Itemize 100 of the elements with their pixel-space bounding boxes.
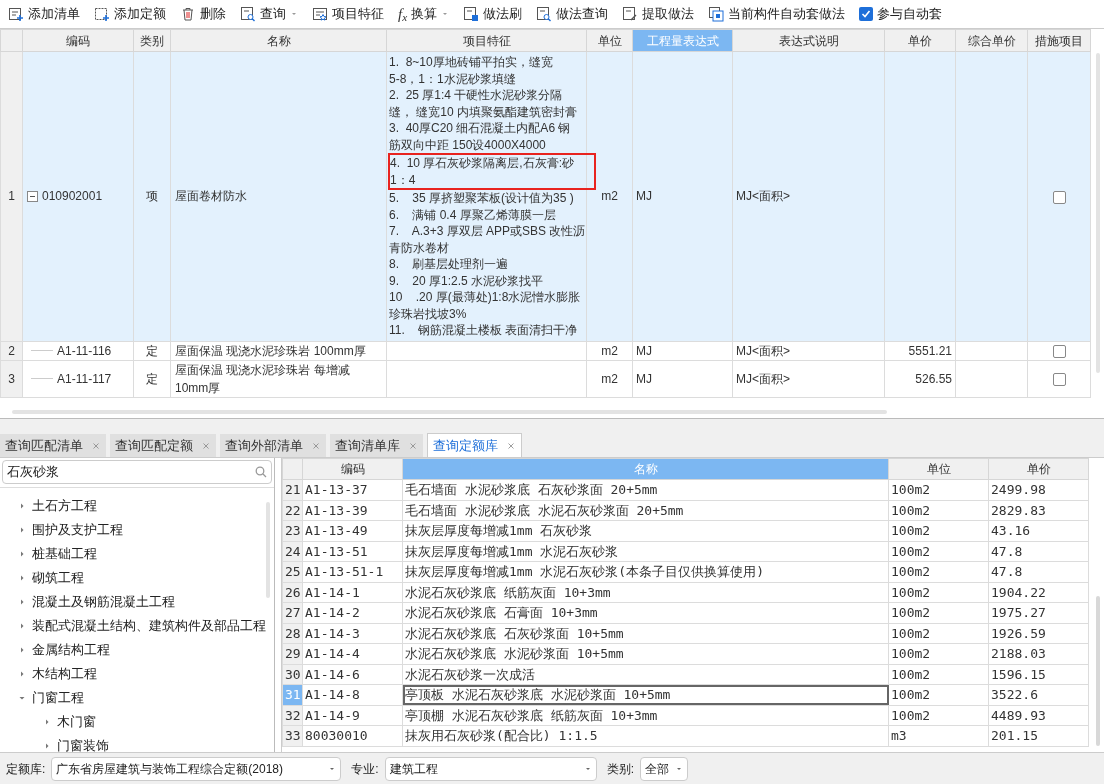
table-row[interactable]: 3 A1-11-117 定 屋面保温 现浇水泥珍珠岩 每增减 10mm厚 m2 MJ MJ<面积> 526.55: [0, 360, 1091, 397]
column-header[interactable]: 编码: [22, 29, 134, 52]
code-text: A1-14-8: [305, 687, 360, 702]
feature-item: 10 .20 厚(最薄处)1:8水泥憎水膨胀 珍珠岩找坡3%: [389, 289, 582, 322]
column-header[interactable]: 类别: [133, 29, 171, 52]
dropdown[interactable]: 建筑工程: [384, 756, 597, 781]
tree-item[interactable]: 木门窗: [0, 710, 274, 734]
toolbar-button[interactable]: 添加定额: [94, 3, 166, 25]
search-field[interactable]: 石灰砂浆: [2, 460, 272, 484]
row-number: 1: [0, 51, 23, 341]
unit-text: 100m2: [891, 543, 931, 559]
tree-item[interactable]: 金属结构工程: [0, 638, 274, 662]
dropdown[interactable]: 广东省房屋建筑与装饰工程综合定额(2018): [51, 756, 342, 781]
price-text: 43.16: [991, 523, 1031, 538]
name-text: 亭顶板 水泥石灰砂浆底 水泥砂浆面 10+5mm: [405, 687, 671, 702]
table-row[interactable]: [0, 51, 1091, 341]
highlighted-feature: 4. 10 厚石灰砂浆隔离层,石灰膏:砂 1：4: [388, 153, 596, 190]
tree-item[interactable]: 砌筑工程: [0, 566, 274, 590]
toolbar-button[interactable]: f$_{x}$ 换算: [398, 3, 450, 25]
row-number: 25: [282, 561, 303, 582]
row-number: 32: [282, 705, 303, 726]
column-header[interactable]: 单位: [888, 458, 989, 480]
tab[interactable]: 查询定额库: [427, 433, 522, 457]
search-document-icon: [536, 6, 553, 22]
checkbox[interactable]: [1052, 190, 1066, 204]
column-header[interactable]: 单位: [586, 29, 633, 52]
unit-text: 100m2: [891, 523, 931, 538]
column-header[interactable]: 名称: [170, 29, 387, 52]
name-text: 毛石墙面 水泥砂浆底 水泥石灰砂浆面 20+5mm: [405, 502, 684, 518]
unit-text: m2: [601, 343, 618, 358]
price-text: 2499.98: [991, 482, 1046, 497]
tab[interactable]: 查询匹配清单: [0, 434, 106, 457]
column-header[interactable]: 项目特征: [386, 29, 587, 52]
dropdown[interactable]: 全部: [640, 756, 689, 781]
function-icon: f$_{x}$: [398, 6, 408, 22]
collapse-toggle[interactable]: [27, 190, 38, 202]
row-number: 29: [282, 643, 303, 664]
tree-item[interactable]: 土石方工程: [0, 494, 274, 518]
toolbar-button[interactable]: 项目特征: [312, 3, 384, 25]
name-text: 抹灰层厚度每增减1mm 石灰砂浆: [405, 523, 593, 538]
expression-text: MJ: [636, 343, 652, 358]
code-text: A1-14-9: [305, 707, 360, 723]
row-number: 22: [282, 500, 303, 521]
unit-text: 100m2: [891, 707, 931, 723]
add-list-icon: [8, 6, 24, 22]
row-number: 28: [282, 623, 303, 644]
kind-text: 项: [146, 189, 158, 204]
feature-item: 3. 40厚C20 细石混凝土内配A6 钢 筋双向中距 150设4000X4000: [389, 120, 572, 153]
tree-item[interactable]: 混凝土及钢筋混凝土工程: [0, 590, 274, 614]
tree-item[interactable]: 木结构工程: [0, 662, 274, 686]
toolbar-button[interactable]: 添加清单: [8, 3, 80, 25]
toolbar-button[interactable]: 查询: [240, 3, 298, 25]
tab[interactable]: 查询清单库: [330, 434, 423, 457]
code-text: A1-14-6: [305, 666, 360, 682]
checkbox[interactable]: [1052, 344, 1066, 358]
toolbar-button[interactable]: 当前构件自动套做法: [708, 3, 846, 25]
tree-item[interactable]: 门窗工程: [0, 686, 274, 710]
row-number: 3: [0, 360, 23, 397]
toolbar-button[interactable]: 做法查询: [536, 3, 609, 25]
row-number: 27: [282, 602, 303, 623]
row-number: 30: [282, 664, 303, 685]
column-header[interactable]: 单价: [884, 29, 956, 52]
tree-item[interactable]: 围护及支护工程: [0, 518, 274, 542]
column-header[interactable]: 表达式说明: [732, 29, 885, 52]
code-text: 010902001: [42, 188, 103, 206]
tab[interactable]: 查询匹配定额: [110, 434, 216, 457]
tree-item[interactable]: 桩基础工程: [0, 542, 274, 566]
unit-text: m2: [601, 189, 618, 204]
toolbar-button[interactable]: 提取做法: [622, 3, 695, 25]
tree-item[interactable]: 装配式混凝土结构、建筑构件及部品工程: [0, 614, 274, 638]
close-icon: [506, 440, 516, 451]
row-number: 21: [282, 479, 303, 500]
name-text: 屋面保温 现浇水泥珍珠岩 每增减 10mm厚: [175, 362, 350, 395]
check-icon: [861, 9, 872, 19]
name-text: 屋面卷材防水: [175, 189, 247, 204]
document-pen-icon: [622, 6, 639, 22]
name-text: 亭顶棚 水泥石灰砂浆底 纸筋灰面 10+3mm: [405, 707, 658, 723]
checkbox[interactable]: [859, 7, 874, 21]
unit-text: 100m2: [891, 502, 931, 518]
checkbox[interactable]: [1052, 372, 1066, 386]
code-text: A1-13-37: [305, 482, 368, 497]
field-label: 专业:: [351, 760, 379, 778]
tree-item[interactable]: 门窗装饰: [0, 734, 274, 752]
vertical-scrollbar[interactable]: [1096, 596, 1100, 746]
kind-text: 定: [146, 371, 158, 386]
column-header[interactable]: 综合单价: [955, 29, 1028, 52]
tab[interactable]: 查询外部清单: [220, 434, 326, 457]
checkbox-label: 参与自动套: [877, 5, 943, 24]
expression-text: MJ: [636, 189, 652, 204]
column-header[interactable]: 编码: [302, 458, 403, 480]
column-header[interactable]: 措施项目: [1027, 29, 1091, 52]
toolbar-button[interactable]: 做法刷: [463, 3, 523, 25]
name-text: 水泥石灰砂浆一次成活: [405, 666, 535, 682]
column-header[interactable]: 单价: [988, 458, 1089, 480]
price-text: 2188.03: [991, 646, 1046, 661]
toolbar-button[interactable]: 删除: [180, 3, 226, 25]
feature-item: 6. 满铺 0.4 厚聚乙烯薄膜一层: [389, 206, 557, 223]
price-text: 1596.15: [991, 666, 1046, 682]
component-icon: [708, 6, 725, 22]
unit-text: 100m2: [891, 564, 931, 579]
